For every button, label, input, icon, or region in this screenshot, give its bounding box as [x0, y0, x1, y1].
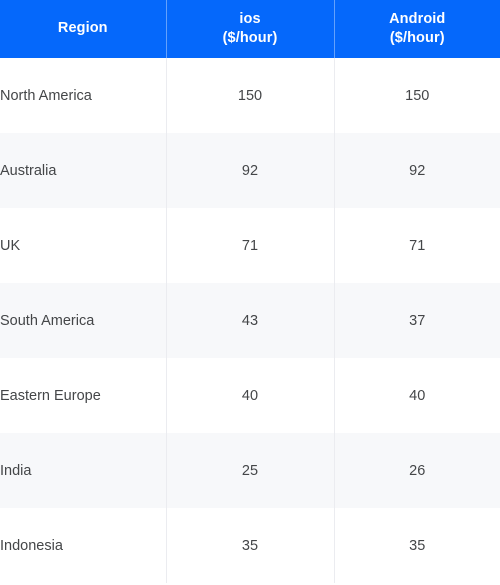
column-header-region[interactable]: Region — [0, 0, 166, 58]
table-row[interactable]: UK 71 71 — [0, 208, 500, 283]
cell-android: 37 — [409, 312, 426, 329]
cell-ios: 40 — [165, 358, 335, 433]
cell-ios: 150 — [165, 58, 335, 133]
cell-ios: 43 — [165, 283, 335, 358]
cell-region: Eastern Europe — [0, 387, 101, 404]
column-header-ios-label: ios — [239, 10, 261, 27]
cell-region: North America — [0, 87, 92, 104]
cell-android: 40 — [409, 387, 426, 404]
table-row[interactable]: Eastern Europe 40 40 — [0, 358, 500, 433]
table-row[interactable]: Indonesia 35 35 — [0, 508, 500, 583]
cell-android: 92 — [409, 162, 426, 179]
column-header-android[interactable]: Android ($/hour) — [334, 0, 500, 58]
column-header-region-label: Region — [57, 20, 108, 37]
column-header-android-unit: ($/hour) — [389, 30, 445, 46]
cell-region: Australia — [0, 162, 57, 179]
cell-ios: 71 — [165, 208, 335, 283]
column-header-ios-unit: ($/hour) — [222, 30, 278, 46]
cell-region: Indonesia — [0, 537, 63, 554]
table-row[interactable]: North America 150 150 — [0, 58, 500, 133]
cell-ios: 92 — [165, 133, 335, 208]
hourly-rate-table: Region ios ($/hour) Android ($/hour) Nor… — [0, 0, 500, 583]
table-body: North America 150 150 Australia 92 92 UK… — [0, 58, 500, 583]
column-header-ios[interactable]: ios ($/hour) — [165, 0, 335, 58]
cell-region: UK — [0, 237, 21, 254]
table-header: Region ios ($/hour) Android ($/hour) — [0, 0, 500, 58]
cell-android: 71 — [409, 237, 426, 254]
table-row[interactable]: South America 43 37 — [0, 283, 500, 358]
cell-android: 26 — [409, 462, 426, 479]
cell-ios: 35 — [165, 508, 335, 583]
cell-region: South America — [0, 312, 95, 329]
cell-ios: 25 — [165, 433, 335, 508]
cell-region: India — [0, 462, 32, 479]
column-header-android-label: Android — [389, 10, 446, 27]
cell-android: 35 — [409, 537, 426, 554]
cell-android: 150 — [405, 87, 430, 104]
table-row[interactable]: Australia 92 92 — [0, 133, 500, 208]
table-header-row: Region ios ($/hour) Android ($/hour) — [0, 0, 500, 58]
table-row[interactable]: India 25 26 — [0, 433, 500, 508]
